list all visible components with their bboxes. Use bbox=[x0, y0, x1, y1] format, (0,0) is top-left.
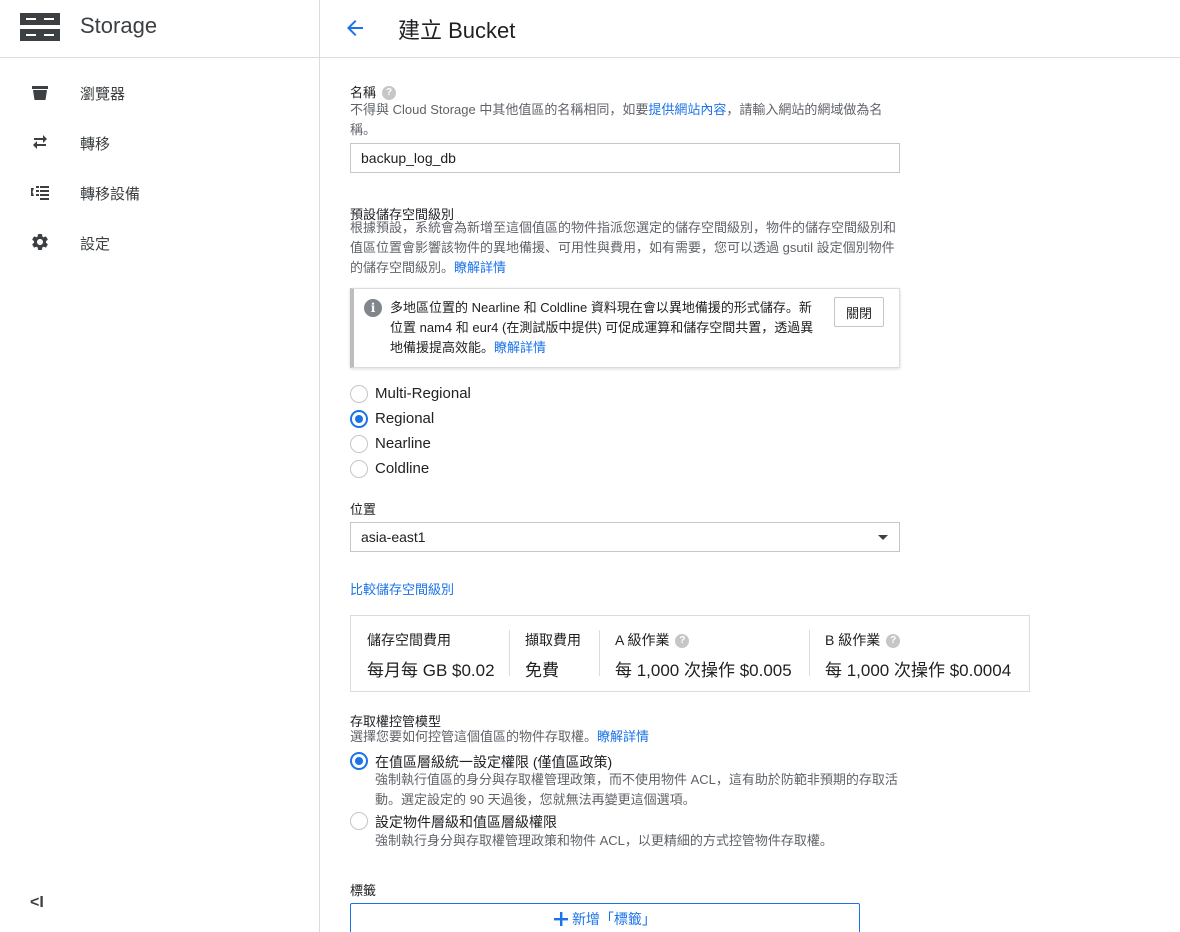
back-arrow-icon[interactable] bbox=[343, 16, 367, 40]
learn-more-link[interactable]: 瞭解詳情 bbox=[454, 260, 506, 275]
sidebar-item-label: 設定 bbox=[80, 236, 111, 253]
sidebar-item-transfer-appliance[interactable]: 轉移設備 bbox=[0, 172, 319, 212]
pricing-value: 每 1,000 次操作 $0.005 bbox=[615, 661, 792, 680]
pricing-column: B 級作業? 每 1,000 次操作 $0.0004 bbox=[825, 630, 1011, 680]
storage-class-option-regional[interactable]: Regional bbox=[350, 408, 470, 430]
divider bbox=[809, 630, 810, 676]
pricing-header: B 級作業? bbox=[825, 630, 1011, 650]
access-option-uniform[interactable]: 在值區層級統一設定權限 (僅值區政策) bbox=[350, 750, 650, 772]
pricing-column: A 級作業? 每 1,000 次操作 $0.005 bbox=[615, 630, 792, 680]
radio-button[interactable] bbox=[350, 410, 368, 428]
compare-storage-classes-link[interactable]: 比較儲存空間級別 bbox=[350, 579, 454, 598]
access-option-description: 強制執行身分與存取權管理政策和物件 ACL，以更精細的方式控管物件存取權。 bbox=[375, 833, 833, 848]
plus-icon bbox=[554, 912, 569, 926]
pricing-value: 每 1,000 次操作 $0.0004 bbox=[825, 661, 1012, 680]
radio-label: Regional bbox=[375, 410, 435, 427]
radio-label: Nearline bbox=[375, 435, 431, 452]
pricing-header-text: A 級作業 bbox=[615, 632, 670, 648]
radio-label: 在值區層級統一設定權限 (僅值區政策) bbox=[375, 754, 613, 770]
name-label: 名稱 bbox=[350, 85, 377, 100]
radio-button[interactable] bbox=[350, 435, 368, 453]
add-label-text: 新增「標籤」 bbox=[571, 911, 656, 927]
access-learn-more-link[interactable]: 瞭解詳情 bbox=[597, 729, 649, 744]
info-text: 多地區位置的 Nearline 和 Coldline 資料現在會以異地備援的形式… bbox=[390, 300, 814, 355]
radio-button[interactable] bbox=[350, 812, 368, 830]
radio-button[interactable] bbox=[350, 460, 368, 478]
pricing-column: 擷取費用 免費 bbox=[525, 630, 581, 680]
name-description: 不得與 Cloud Storage 中其他值區的名稱相同，如要提供網站內容，請輸… bbox=[350, 100, 902, 140]
page-title: 建立 Bucket bbox=[398, 18, 516, 43]
access-control-desc-text: 選擇您要如何控管這個值區的物件存取權。 bbox=[350, 729, 598, 744]
name-section: 名稱? bbox=[350, 82, 397, 102]
radio-button[interactable] bbox=[350, 752, 368, 770]
transfer-icon bbox=[33, 135, 47, 149]
location-select[interactable]: asia-east1 bbox=[350, 522, 900, 552]
pricing-value: 免費 bbox=[525, 661, 559, 680]
add-label-button[interactable]: 新增「標籤」 bbox=[350, 903, 860, 932]
sidebar-item-settings[interactable]: 設定 bbox=[0, 222, 319, 262]
dropdown-arrow-icon bbox=[878, 535, 888, 540]
storage-class-description: 根據預設，系統會為新增至這個值區的物件指派您選定的儲存空間級別，物件的儲存空間級… bbox=[350, 218, 902, 278]
access-control-description: 選擇您要如何控管這個值區的物件存取權。瞭解詳情 bbox=[350, 727, 902, 747]
info-icon: i bbox=[364, 299, 382, 317]
help-icon[interactable]: ? bbox=[382, 85, 397, 100]
help-icon[interactable]: ? bbox=[886, 634, 901, 649]
appliance-icon bbox=[31, 186, 49, 200]
sidebar-item-browser[interactable]: 瀏覽器 bbox=[0, 72, 319, 112]
access-option-fine-grained[interactable]: 設定物件層級和值區層級權限 bbox=[350, 810, 600, 832]
info-banner: i 多地區位置的 Nearline 和 Coldline 資料現在會以異地備援的… bbox=[350, 288, 900, 368]
location-label: 位置 bbox=[350, 502, 377, 517]
radio-label: 設定物件層級和值區層級權限 bbox=[375, 814, 557, 830]
gear-icon bbox=[32, 234, 48, 250]
pricing-summary: 儲存空間費用 每月每 GB $0.02 擷取費用 免費 A 級作業? 每 1,0… bbox=[350, 615, 1030, 692]
divider bbox=[599, 630, 600, 676]
storage-class-option-coldline[interactable]: Coldline bbox=[350, 458, 470, 480]
host-website-link[interactable]: 提供網站內容 bbox=[648, 102, 726, 117]
pricing-header-text: B 級作業 bbox=[825, 632, 881, 648]
storage-class-option-multi-regional[interactable]: Multi-Regional bbox=[350, 383, 490, 405]
info-learn-more-link[interactable]: 瞭解詳情 bbox=[494, 340, 546, 355]
pricing-header: 儲存空間費用 bbox=[367, 632, 451, 648]
pricing-header: A 級作業? bbox=[615, 630, 792, 650]
divider bbox=[509, 630, 510, 676]
radio-label: Coldline bbox=[375, 460, 430, 477]
top-bar bbox=[0, 0, 1180, 58]
pricing-header: 擷取費用 bbox=[525, 632, 581, 648]
labels-label: 標籤 bbox=[350, 883, 377, 898]
sidebar: 瀏覽器 轉移 轉移設備 設定 <I bbox=[0, 58, 320, 932]
help-icon[interactable]: ? bbox=[675, 634, 690, 649]
dismiss-button[interactable]: 關閉 bbox=[834, 297, 884, 327]
sidebar-item-label: 轉移 bbox=[80, 136, 111, 153]
radio-button[interactable] bbox=[350, 385, 368, 403]
sidebar-item-transfer[interactable]: 轉移 bbox=[0, 122, 319, 162]
location-value: asia-east1 bbox=[361, 529, 426, 545]
storage-class-desc-text: 根據預設，系統會為新增至這個值區的物件指派您選定的儲存空間級別，物件的儲存空間級… bbox=[350, 220, 897, 275]
bucket-name-input[interactable]: backup_log_db bbox=[350, 143, 900, 173]
sidebar-item-label: 轉移設備 bbox=[80, 186, 141, 203]
sidebar-item-label: 瀏覽器 bbox=[80, 86, 126, 103]
pricing-column: 儲存空間費用 每月每 GB $0.02 bbox=[367, 630, 495, 680]
info-banner-text: 多地區位置的 Nearline 和 Coldline 資料現在會以異地備援的形式… bbox=[390, 298, 820, 358]
access-option-description: 強制執行值區的身分與存取權管理政策，而不使用物件 ACL，這有助於防範非預期的存… bbox=[375, 772, 898, 807]
app-title: Storage bbox=[80, 13, 158, 38]
storage-class-option-nearline[interactable]: Nearline bbox=[350, 433, 470, 455]
pricing-value: 每月每 GB $0.02 bbox=[367, 661, 495, 680]
name-desc-text: 不得與 Cloud Storage 中其他值區的名稱相同，如要 bbox=[350, 102, 649, 117]
collapse-sidebar-button[interactable]: <I bbox=[30, 894, 44, 912]
radio-label: Multi-Regional bbox=[375, 385, 471, 402]
bucket-icon bbox=[32, 86, 48, 100]
storage-logo-icon bbox=[20, 13, 60, 41]
